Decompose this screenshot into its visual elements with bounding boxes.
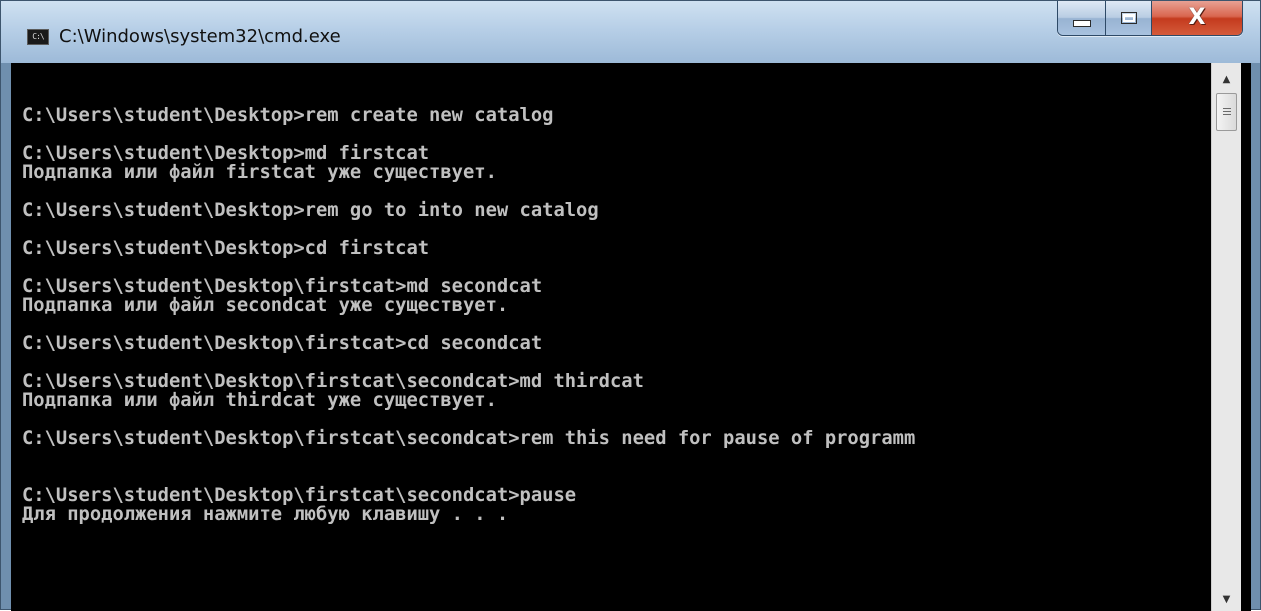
console-line: C:\Users\student\Desktop>md firstcat — [22, 143, 430, 164]
minimize-button[interactable] — [1058, 1, 1106, 35]
console-line: C:\Users\student\Desktop\firstcat>cd sec… — [22, 333, 543, 354]
window-title: C:\Windows\system32\cmd.exe — [59, 26, 341, 47]
close-button[interactable]: X — [1152, 1, 1242, 35]
grip-icon — [1222, 107, 1231, 117]
console-line: Для продолжения нажмите любую клавишу . … — [22, 504, 509, 525]
console-line: C:\Users\student\Desktop\firstcat\second… — [22, 428, 916, 449]
cmd-icon[interactable]: C:\ — [27, 29, 49, 45]
console-line: Подпапка или файл secondcat уже существу… — [22, 295, 509, 316]
maximize-button[interactable] — [1106, 1, 1152, 35]
maximize-icon — [1120, 12, 1137, 24]
minimize-icon — [1072, 19, 1091, 27]
console-text: C:\Users\student\Desktop>rem create new … — [22, 87, 1210, 524]
console-line: C:\Users\student\Desktop>rem create new … — [22, 105, 554, 126]
cmd-window: C:\ C:\Windows\system32\cmd.exe X C:\Use… — [0, 0, 1261, 611]
console-line: Подпапка или файл firstcat уже существуе… — [22, 162, 497, 183]
close-icon: X — [1188, 5, 1206, 30]
vertical-scrollbar[interactable]: ▲ ▼ — [1211, 63, 1241, 611]
window-controls: X — [1057, 1, 1243, 36]
console-line: C:\Users\student\Desktop\firstcat\second… — [22, 371, 644, 392]
scroll-thumb[interactable] — [1216, 93, 1237, 131]
scroll-up-arrow-icon[interactable]: ▲ — [1212, 67, 1241, 91]
scroll-down-arrow-icon[interactable]: ▼ — [1212, 587, 1241, 611]
console-line: C:\Users\student\Desktop>rem go to into … — [22, 200, 599, 221]
console-line: C:\Users\student\Desktop\firstcat\second… — [22, 485, 577, 506]
console-line: Подпапка или файл thirdcat уже существуе… — [22, 390, 497, 411]
console-line: C:\Users\student\Desktop\firstcat>md sec… — [22, 276, 543, 297]
console-output[interactable]: C:\Users\student\Desktop>rem create new … — [11, 63, 1251, 611]
console-line: C:\Users\student\Desktop>cd firstcat — [22, 238, 430, 259]
